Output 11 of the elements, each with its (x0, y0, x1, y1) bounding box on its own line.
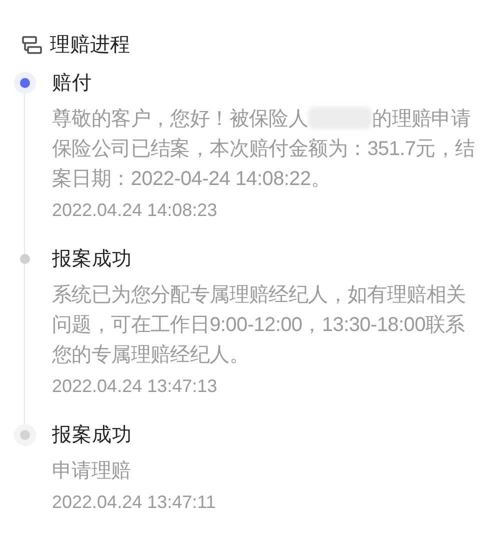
step-time: 2022.04.24 14:08:23 (52, 199, 218, 222)
step-title: 报案成功 (52, 247, 133, 272)
section-title: 理赔进程 (50, 33, 130, 58)
flow-icon (22, 36, 42, 54)
step-title: 赔付 (52, 71, 93, 96)
step-description: 系统已为您分配专属理赔经纪人，如有理赔相关问题，可在工作日9:00-12:00，13:30-18:00联系您的专属理赔经纪人。 (52, 283, 467, 368)
step-title: 报案成功 (52, 423, 133, 448)
step-time: 2022.04.24 13:47:11 (52, 491, 217, 514)
step-time: 2022.04.24 13:47:13 (52, 375, 218, 398)
step-description: 尊敬的客户，您好！被保险人 的理赔申请保险公司已结案，本次赔付金额为：351.7元，结案日期：2022-04-24 14:08:22。 (52, 106, 476, 192)
step-description: 申请理赔 (52, 459, 132, 484)
